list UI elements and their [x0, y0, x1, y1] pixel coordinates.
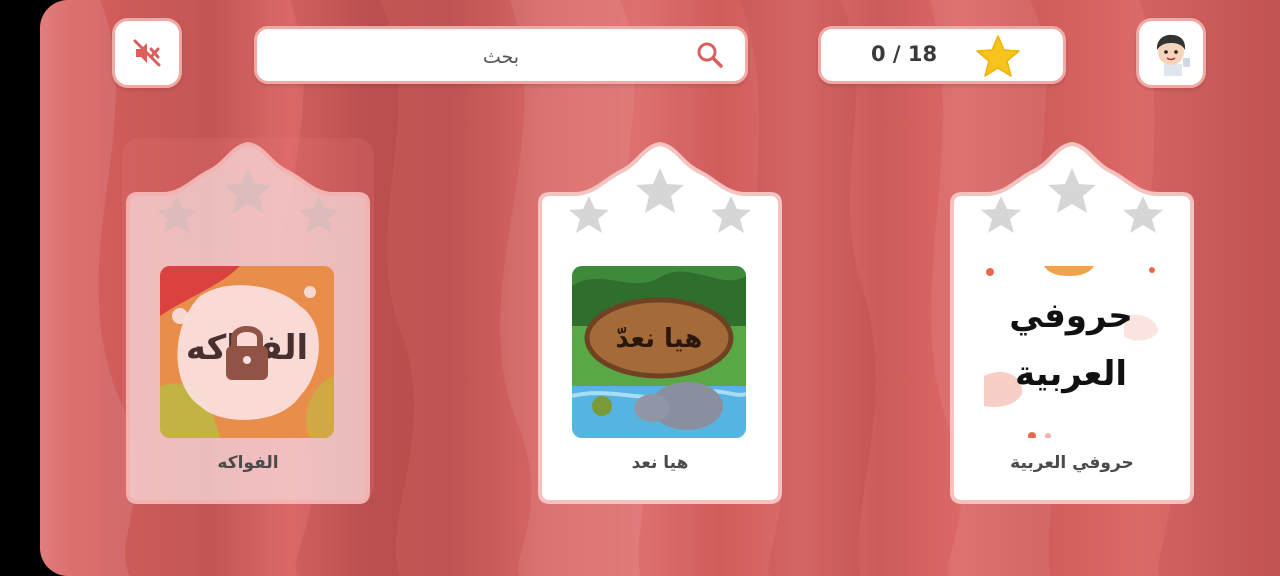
lesson-title: هيا نعد [631, 453, 689, 473]
star-icon [976, 35, 1020, 77]
boy-avatar-icon [1156, 34, 1190, 76]
lesson-card-arabic-letters[interactable]: حروفي العربية حروفي العربية [946, 138, 1198, 504]
app-screen: 0 / 18 [40, 0, 1280, 576]
search-input[interactable] [327, 41, 675, 73]
profile-button[interactable] [1136, 18, 1206, 88]
lesson-title: الفواكه [217, 453, 279, 473]
stars-rating [981, 168, 1163, 233]
speaker-muted-icon [133, 39, 161, 67]
locked-overlay [122, 138, 374, 504]
thumbnail-title-line2: العربية [1014, 354, 1128, 394]
score-display: 0 / 18 [818, 26, 1066, 84]
mute-button[interactable] [112, 18, 182, 88]
search-icon[interactable] [695, 40, 725, 70]
search-bar[interactable] [254, 26, 748, 84]
lesson-card-fruits[interactable]: الفواكه الفواكه [122, 138, 374, 504]
thumbnail-title: هيا نعدّ [615, 324, 703, 354]
lesson-thumbnail: هيا نعدّ [572, 266, 746, 438]
lesson-thumbnail: حروفي العربية [984, 266, 1158, 438]
score-text: 0 / 18 [871, 42, 938, 66]
thumbnail-title-line1: حروفي [1009, 296, 1133, 336]
lesson-title: حروفي العربية [1010, 453, 1134, 473]
lesson-card-counting[interactable]: هيا نعدّ هيا نعد [534, 138, 786, 504]
stars-rating [569, 168, 751, 233]
